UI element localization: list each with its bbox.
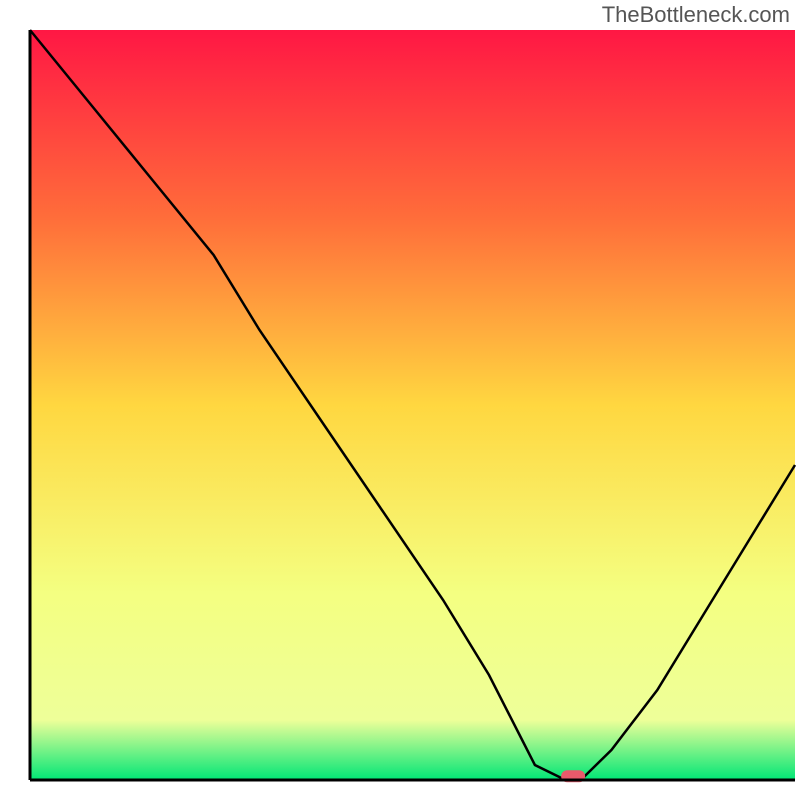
plot-background (30, 30, 795, 780)
chart-svg (0, 0, 800, 800)
watermark-text: TheBottleneck.com (602, 2, 790, 28)
chart-container: TheBottleneck.com (0, 0, 800, 800)
